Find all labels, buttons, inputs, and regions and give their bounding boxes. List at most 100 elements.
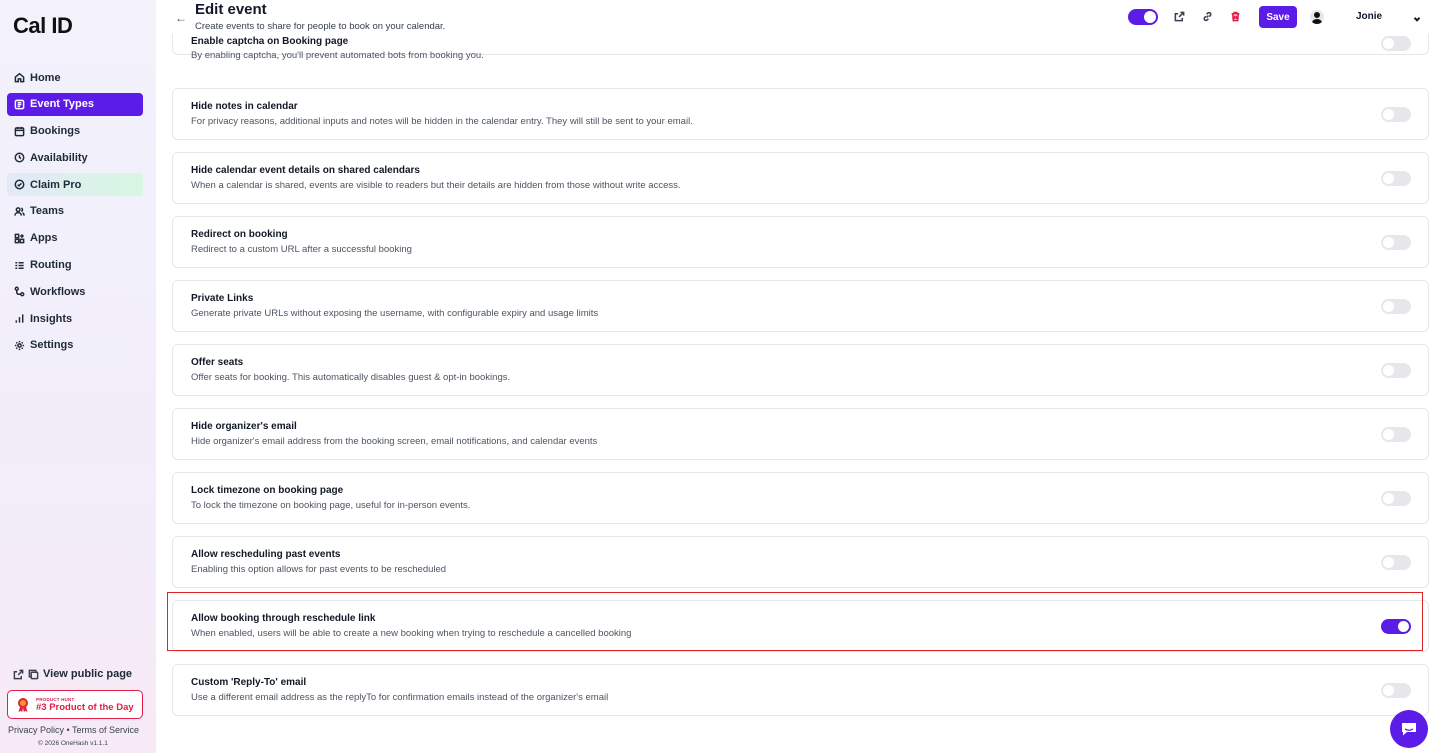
chat-support-button[interactable] — [1390, 710, 1428, 748]
setting-toggle-hide-organizer-email[interactable] — [1381, 427, 1411, 442]
setting-title: Offer seats — [191, 357, 244, 368]
user-name[interactable]: Jonie — [1356, 11, 1382, 22]
trash-icon[interactable] — [1229, 10, 1242, 23]
sidebar-item-label: Claim Pro — [30, 178, 82, 191]
setting-toggle-reschedule-past[interactable] — [1381, 555, 1411, 570]
setting-toggle-private-links[interactable] — [1381, 299, 1411, 314]
sidebar-item-event-types[interactable]: Event Types — [7, 92, 143, 116]
setting-toggle-reply-to-email[interactable] — [1381, 683, 1411, 698]
setting-card-reschedule-past: Allow rescheduling past events Enabling … — [172, 536, 1429, 588]
sidebar-item-workflows[interactable]: Workflows — [7, 280, 143, 303]
setting-title: Private Links — [191, 293, 254, 304]
setting-description: Hide organizer's email address from the … — [191, 436, 598, 447]
bar-chart-icon — [13, 313, 25, 325]
setting-description: Redirect to a custom URL after a success… — [191, 244, 412, 255]
external-link-icon — [13, 669, 24, 679]
avatar[interactable] — [1310, 10, 1324, 24]
setting-card-hide-organizer-email: Hide organizer's email Hide organizer's … — [172, 408, 1429, 460]
sidebar-item-home[interactable]: Home — [7, 66, 143, 89]
setting-title: Redirect on booking — [191, 229, 288, 240]
setting-toggle-booking-through-reschedule[interactable] — [1381, 619, 1411, 634]
setting-card-redirect: Redirect on booking Redirect to a custom… — [172, 216, 1429, 268]
setting-description: When a calendar is shared, events are vi… — [191, 180, 681, 191]
setting-title: Custom 'Reply-To' email — [191, 677, 307, 688]
setting-card-offer-seats: Offer seats Offer seats for booking. Thi… — [172, 344, 1429, 396]
setting-toggle-hide-notes[interactable] — [1381, 107, 1411, 122]
view-public-page-label: View public page — [43, 668, 133, 680]
external-link-icon[interactable] — [1173, 10, 1186, 23]
sidebar-item-insights[interactable]: Insights — [7, 307, 143, 330]
sidebar-item-routing[interactable]: Routing — [7, 254, 143, 277]
setting-toggle-captcha[interactable] — [1381, 36, 1411, 51]
setting-title: Allow rescheduling past events — [191, 549, 341, 560]
setting-card-hide-notes: Hide notes in calendar For privacy reaso… — [172, 88, 1429, 140]
medal-icon — [18, 697, 28, 712]
setting-card-hide-calendar-details: Hide calendar event details on shared ca… — [172, 152, 1429, 204]
setting-title: Hide notes in calendar — [191, 101, 298, 112]
save-button[interactable]: Save — [1259, 6, 1297, 28]
copy-link-icon[interactable] — [1201, 10, 1214, 23]
sidebar-item-label: Routing — [30, 259, 72, 272]
sidebar-item-label: Event Types — [30, 98, 94, 111]
setting-description: By enabling captcha, you'll prevent auto… — [191, 50, 484, 61]
sidebar-item-label: Workflows — [30, 285, 86, 298]
sidebar: Cal ID Home Event Types Bookings Availab… — [0, 0, 156, 753]
sidebar-item-label: Teams — [30, 205, 65, 218]
setting-title: Hide calendar event details on shared ca… — [191, 165, 420, 176]
users-icon — [13, 205, 25, 217]
list-icon — [13, 259, 25, 271]
setting-toggle-offer-seats[interactable] — [1381, 363, 1411, 378]
sidebar-item-settings[interactable]: Settings — [7, 334, 143, 357]
sidebar-item-apps[interactable]: Apps — [7, 227, 143, 250]
setting-title: Hide organizer's email — [191, 421, 297, 432]
setting-toggle-redirect[interactable] — [1381, 235, 1411, 250]
setting-card-lock-timezone: Lock timezone on booking page To lock th… — [172, 472, 1429, 524]
setting-card-booking-through-reschedule: Allow booking through reschedule link Wh… — [172, 600, 1429, 652]
copy-icon[interactable] — [28, 669, 39, 680]
home-icon — [13, 72, 25, 84]
product-hunt-badge[interactable]: PRODUCT HUNT #3 Product of the Day — [7, 690, 143, 719]
gear-icon — [13, 339, 25, 351]
sidebar-nav: Home Event Types Bookings Availability C… — [7, 66, 143, 361]
sidebar-item-teams[interactable]: Teams — [7, 200, 143, 223]
sidebar-item-label: Apps — [30, 232, 58, 245]
back-arrow-icon[interactable]: ← — [175, 11, 187, 25]
setting-card-reply-to-email: Custom 'Reply-To' email Use a different … — [172, 664, 1429, 716]
setting-description: Use a different email address as the rep… — [191, 692, 609, 703]
view-public-page-link[interactable]: View public page — [13, 668, 132, 680]
sidebar-item-availability[interactable]: Availability — [7, 146, 143, 169]
setting-toggle-hide-calendar-details[interactable] — [1381, 171, 1411, 186]
page-subtitle: Create events to share for people to boo… — [195, 21, 446, 32]
product-hunt-rank: #3 Product of the Day — [36, 701, 134, 713]
setting-description: When enabled, users will be able to crea… — [191, 628, 632, 639]
sidebar-item-bookings[interactable]: Bookings — [7, 120, 143, 143]
calendar-icon — [13, 125, 25, 137]
chat-icon — [1402, 723, 1416, 736]
clock-icon — [13, 152, 25, 164]
sidebar-item-label: Bookings — [30, 125, 81, 138]
setting-title: Enable captcha on Booking page — [191, 36, 349, 47]
setting-description: Enabling this option allows for past eve… — [191, 564, 447, 575]
sidebar-item-label: Settings — [30, 339, 74, 352]
page-header: ← Edit event Create events to share for … — [156, 0, 1434, 34]
sidebar-item-label: Home — [30, 71, 61, 84]
setting-description: To lock the timezone on booking page, us… — [191, 500, 471, 511]
setting-toggle-lock-timezone[interactable] — [1381, 491, 1411, 506]
workflow-icon — [13, 286, 25, 298]
setting-description: Offer seats for booking. This automatica… — [191, 372, 511, 383]
sidebar-item-label: Insights — [30, 312, 73, 325]
footer-links[interactable]: Privacy Policy • Terms of Service — [8, 725, 139, 735]
chevron-down-icon[interactable] — [1412, 11, 1422, 22]
event-visibility-toggle[interactable] — [1128, 9, 1158, 25]
copyright-text: © 2026 OneHash v1.1.1 — [38, 740, 108, 747]
link-icon — [13, 98, 25, 110]
setting-card-private-links: Private Links Generate private URLs with… — [172, 280, 1429, 332]
badge-icon — [13, 179, 25, 191]
sidebar-item-claim-pro[interactable]: Claim Pro — [7, 173, 143, 197]
page-title: Edit event — [195, 1, 267, 18]
setting-title: Lock timezone on booking page — [191, 485, 344, 496]
setting-description: For privacy reasons, additional inputs a… — [191, 116, 693, 127]
setting-description: Generate private URLs without exposing t… — [191, 308, 599, 319]
grid-icon — [13, 232, 25, 244]
app-logo[interactable]: Cal ID — [13, 13, 73, 39]
